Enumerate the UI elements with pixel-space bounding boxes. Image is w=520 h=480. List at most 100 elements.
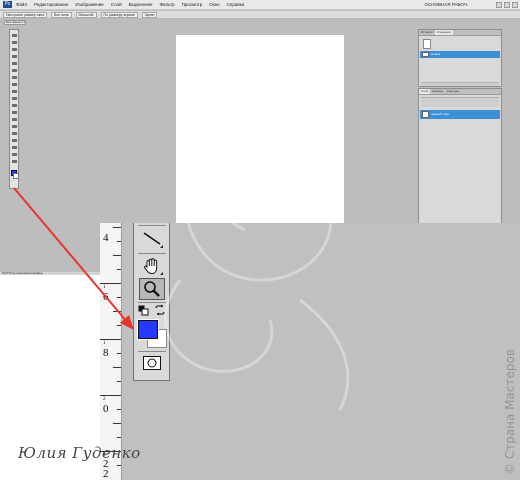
magic-wand-tool[interactable] [12,55,17,58]
ruler-tick-major [100,339,121,340]
ruler-tick [117,325,121,326]
minimize-button[interactable] [496,1,502,8]
history-item-label: Новый [431,52,441,56]
move-tool[interactable] [12,34,17,37]
ruler-label: 8 [103,347,109,359]
menu-edit[interactable]: Редактирование [34,2,68,7]
crop-tool[interactable] [12,62,17,65]
history-item-selected[interactable]: Новый [420,51,500,58]
background-swatch-small[interactable] [13,173,19,179]
ruler-tick [113,311,121,312]
menu-help[interactable]: Справка [227,2,245,7]
menu-file[interactable]: Файл [16,2,27,7]
document-tab[interactable]: Без имени-1 @ 66,7% [4,20,26,25]
healing-tool[interactable] [12,76,17,79]
ruler-sublabel: 1 [103,341,106,346]
tab-actions[interactable]: Операции [434,30,453,35]
toolbox-divider [138,253,166,254]
zoom-tool-icon [144,281,160,297]
layer-row-selected[interactable]: Задний план [420,110,500,119]
tab-paths[interactable]: Контуры [445,89,461,94]
history-brush-tool[interactable] [12,97,17,100]
status-bar: 66,67% Не сохраненный профиль [0,272,110,275]
tab-history[interactable]: История [419,30,435,35]
ruler-tick [117,409,121,410]
type-tool[interactable] [12,139,17,142]
flyout-indicator [160,245,163,248]
ruler-sublabel: 2 [103,397,106,402]
stamp-tool[interactable] [12,90,17,93]
ruler-tick [117,353,121,354]
brush-tool[interactable] [12,83,17,86]
workspace-switcher[interactable]: ОСНОВНАЯ РАБОЧ. [424,2,468,7]
ruler-tick-major [100,395,121,396]
layer-name: Задний план [431,112,449,116]
history-snapshot-thumb[interactable] [423,39,431,49]
lasso-tool[interactable] [12,48,17,51]
foreground-color-swatch[interactable] [137,319,159,340]
menu-window[interactable]: Окно [209,2,219,7]
ruler-label: 0 [103,403,109,415]
line-tool[interactable] [139,228,165,250]
ruler-tick [117,241,121,242]
default-colors-icon[interactable] [138,305,149,316]
swap-colors-icon[interactable] [154,304,166,316]
zoomed-inset: 4 1 6 1 8 2 0 2 2 2 [100,223,520,480]
shape-tool[interactable] [12,153,17,156]
ruler-tick [113,367,121,368]
layer-thumb [422,111,429,118]
hand-tool-icon [144,258,158,275]
path-select-tool[interactable] [12,146,17,149]
document-canvas[interactable] [176,35,344,225]
quick-mask-icon[interactable] [143,356,161,370]
close-button[interactable] [512,1,518,8]
toolbox-small [9,29,19,189]
layers-panel-tabs: Слои Каналы Контуры [419,89,501,95]
fill-screen-button[interactable]: Экран [141,11,158,18]
eyedropper-tool[interactable] [12,69,17,72]
all-windows-checkbox[interactable]: Все окна [51,11,72,18]
hand-tool[interactable] [139,255,165,277]
menu-layer[interactable]: Слой [111,2,122,7]
history-item-thumb [422,52,429,57]
marquee-tool[interactable] [12,41,17,44]
fit-screen-button[interactable]: По размеру экрана [100,11,138,18]
toolbox-divider [138,351,166,352]
history-panel-tabs: История Операции [419,30,501,36]
layers-blend-options[interactable] [421,97,499,107]
site-watermark: © Страна Мастеров [503,349,517,475]
actual-pixels-button[interactable]: Масштаб [75,11,97,18]
toolbox-divider [138,302,166,303]
maximize-button[interactable] [504,1,510,8]
menu-image[interactable]: Изображение [75,2,103,7]
ruler-tick [117,297,121,298]
ruler-tick [117,437,121,438]
gradient-tool[interactable] [12,111,17,114]
menu-filter[interactable]: Фильтр [160,2,175,7]
flyout-indicator [160,272,163,275]
history-panel: История Операции Новый [418,29,502,87]
dodge-tool[interactable] [12,125,17,128]
ruler-tick [113,423,121,424]
tab-channels[interactable]: Каналы [430,89,445,94]
resize-windows-checkbox[interactable]: Настроить размер окна [3,11,48,18]
ruler-sublabel: 1 [103,285,106,290]
toolbox-divider [138,225,166,226]
zoom-tool[interactable] [139,278,165,300]
ruler-tick [117,465,121,466]
menu-select[interactable]: Выделение [129,2,153,7]
history-panel-controls[interactable] [421,82,499,86]
blur-tool[interactable] [12,118,17,121]
author-signature: Юлия Гуденко [18,444,141,462]
options-bar: Настроить размер окна Все окна Масштаб П… [0,11,520,19]
ruler-label: 2 [103,468,109,480]
ruler-tick [113,227,121,228]
hand-tool-small[interactable] [12,160,17,163]
eraser-tool[interactable] [12,104,17,107]
menu-bar: Ps Файл Редактирование Изображение Слой … [0,0,520,10]
menu-view[interactable]: Просмотр [182,2,203,7]
ruler-tick [113,255,121,256]
tab-layers[interactable]: Слои [419,89,431,94]
toolbox-zoomed [133,223,170,381]
pen-tool[interactable] [12,132,17,135]
